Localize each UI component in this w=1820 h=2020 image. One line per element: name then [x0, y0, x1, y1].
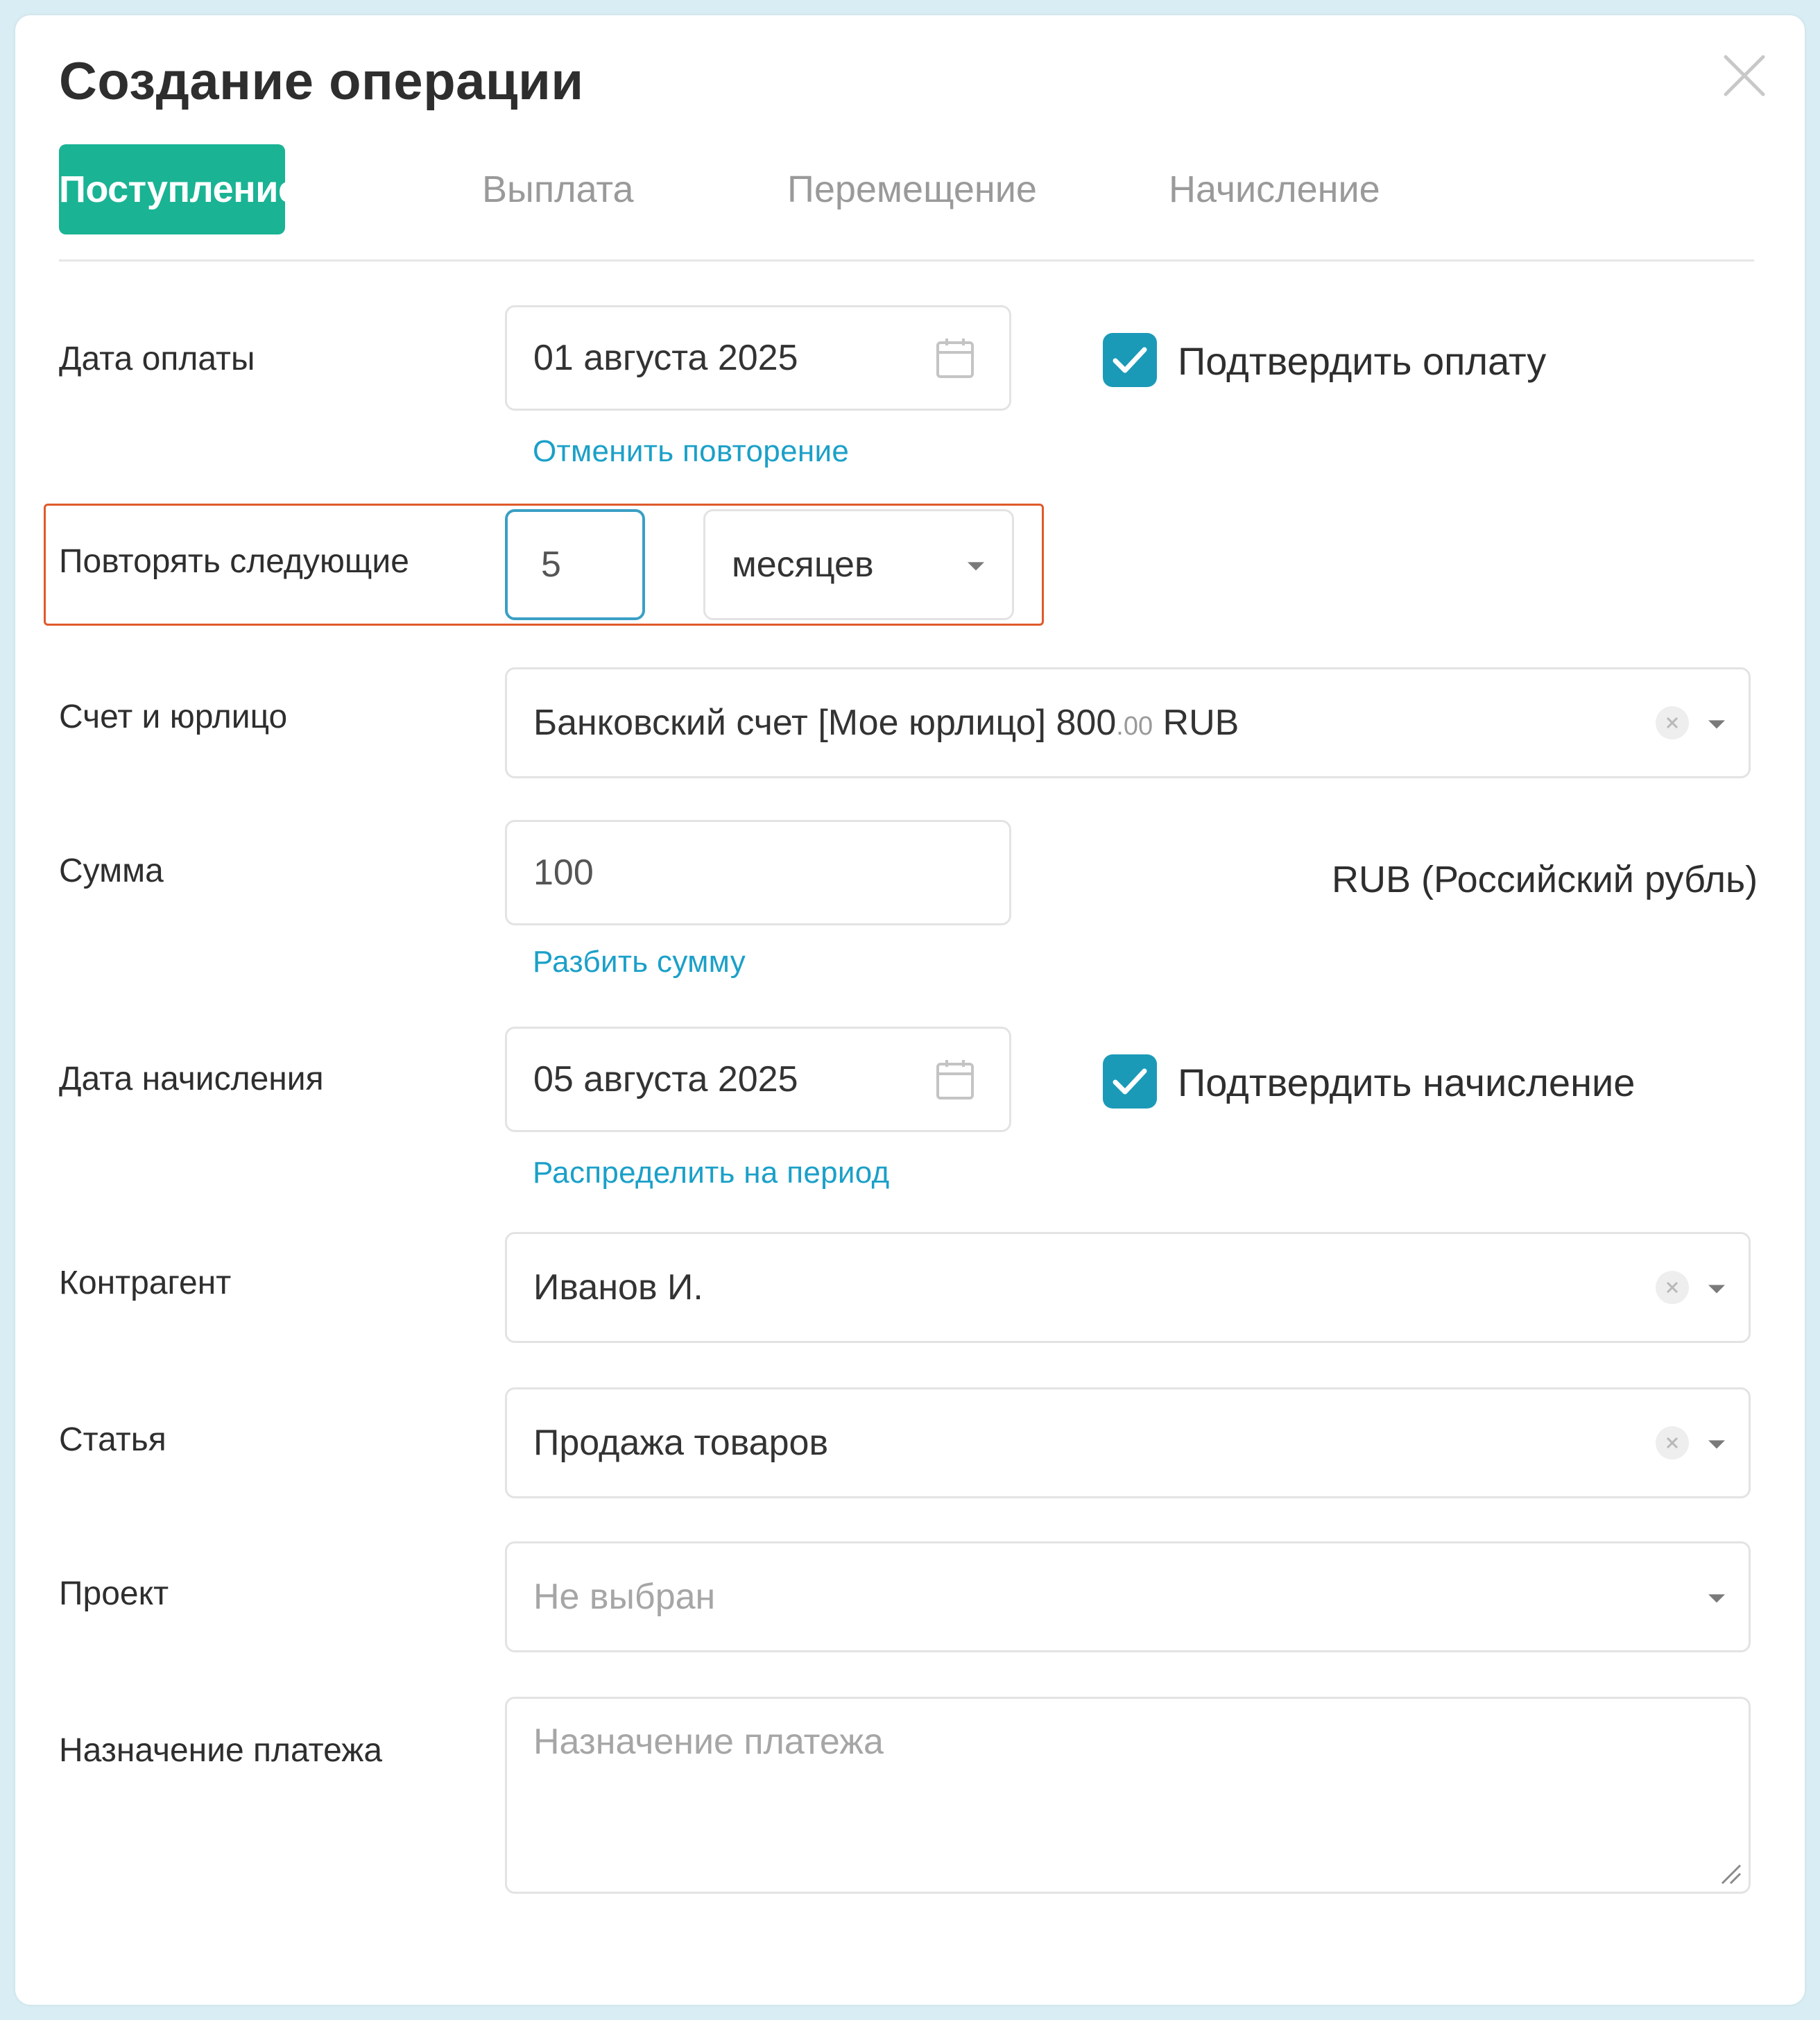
- distribute-period-link[interactable]: Распределить на период: [533, 1156, 890, 1190]
- tabs-divider: [59, 259, 1754, 262]
- resize-handle-icon[interactable]: [1715, 1858, 1743, 1886]
- accrual-date-label: Дата начисления: [59, 1061, 324, 1097]
- project-placeholder: Не выбран: [533, 1577, 716, 1617]
- cancel-repeat-link[interactable]: Отменить повторение: [533, 434, 849, 469]
- repeat-unit-value: месяцев: [732, 545, 874, 585]
- create-operation-dialog: Создание операции Поступление Выплата Пе…: [15, 15, 1805, 2005]
- chevron-down-icon: [1708, 1594, 1725, 1603]
- tab-transfer[interactable]: Перемещение: [787, 144, 1037, 234]
- dialog-title: Создание операции: [59, 52, 584, 111]
- clear-icon[interactable]: [1656, 1271, 1689, 1304]
- payment-date-label: Дата оплаты: [59, 341, 255, 377]
- chevron-down-icon: [1708, 720, 1725, 729]
- project-label: Проект: [59, 1575, 169, 1612]
- purpose-label: Назначение платежа: [59, 1732, 383, 1769]
- article-label: Статья: [59, 1421, 166, 1458]
- clear-icon[interactable]: [1656, 706, 1689, 739]
- payment-date-input[interactable]: 01 августа 2025: [505, 305, 1011, 411]
- article-select[interactable]: Продажа товаров: [505, 1387, 1751, 1498]
- purpose-textarea[interactable]: Назначение платежа: [505, 1697, 1751, 1894]
- split-amount-link[interactable]: Разбить сумму: [533, 945, 746, 979]
- amount-value: 100: [533, 853, 594, 893]
- account-value: Банковский счет [Мое юрлицо] 800.00 RUB: [533, 703, 1239, 743]
- tab-income[interactable]: Поступление: [59, 144, 299, 234]
- repeat-count-input[interactable]: 5: [505, 509, 645, 620]
- payment-date-value: 01 августа 2025: [533, 338, 798, 378]
- amount-label: Сумма: [59, 853, 164, 889]
- tab-payout[interactable]: Выплата: [482, 144, 634, 234]
- clear-icon[interactable]: [1656, 1426, 1689, 1460]
- counterparty-select[interactable]: Иванов И.: [505, 1232, 1751, 1343]
- project-select[interactable]: Не выбран: [505, 1541, 1751, 1652]
- confirm-payment-label[interactable]: Подтвердить оплату: [1178, 339, 1546, 384]
- counterparty-value: Иванов И.: [533, 1267, 703, 1308]
- account-select[interactable]: Банковский счет [Мое юрлицо] 800.00 RUB: [505, 667, 1751, 778]
- tab-accrual[interactable]: Начисление: [1169, 144, 1380, 234]
- amount-input[interactable]: 100: [505, 820, 1011, 925]
- repeat-count-value: 5: [541, 545, 561, 585]
- close-icon[interactable]: [1720, 51, 1769, 100]
- counterparty-label: Контрагент: [59, 1265, 232, 1301]
- check-icon: [1113, 347, 1147, 373]
- accrual-date-input[interactable]: 05 августа 2025: [505, 1027, 1011, 1132]
- calendar-icon[interactable]: [936, 337, 975, 379]
- check-icon: [1113, 1068, 1147, 1095]
- chevron-down-icon: [1708, 1440, 1725, 1449]
- account-label: Счет и юрлицо: [59, 699, 288, 735]
- article-value: Продажа товаров: [533, 1423, 829, 1463]
- purpose-placeholder: Назначение платежа: [533, 1722, 884, 1762]
- confirm-payment-checkbox[interactable]: [1103, 333, 1157, 387]
- currency-label: RUB (Российский рубль): [1332, 859, 1758, 900]
- operation-type-tabs: Поступление Выплата Перемещение Начислен…: [59, 144, 1805, 234]
- accrual-date-value: 05 августа 2025: [533, 1059, 798, 1099]
- chevron-down-icon: [968, 562, 984, 571]
- calendar-icon[interactable]: [936, 1059, 975, 1100]
- repeat-unit-select[interactable]: месяцев: [703, 509, 1014, 620]
- repeat-label: Повторять следующие: [59, 543, 409, 580]
- confirm-accrual-checkbox[interactable]: [1103, 1054, 1157, 1109]
- confirm-accrual-label[interactable]: Подтвердить начисление: [1178, 1060, 1635, 1105]
- chevron-down-icon: [1708, 1285, 1725, 1294]
